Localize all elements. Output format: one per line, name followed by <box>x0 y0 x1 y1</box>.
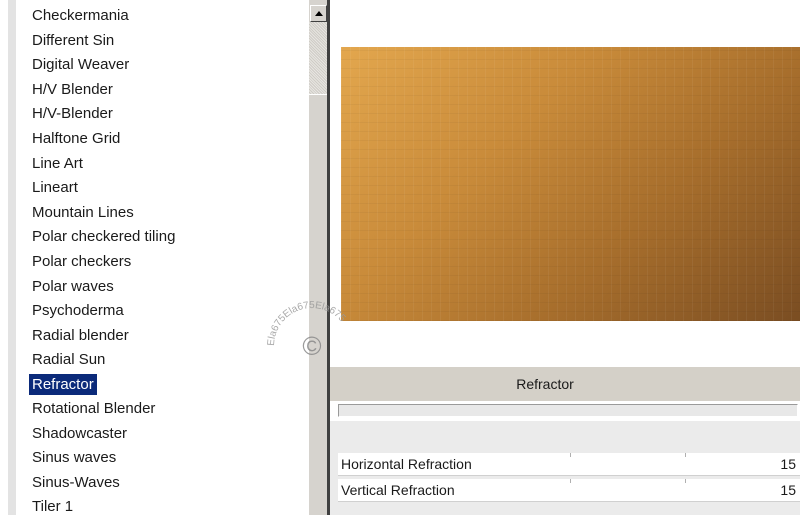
filter-item[interactable]: Digital Weaver <box>29 53 178 78</box>
horizontal-refraction-label: Horizontal Refraction <box>341 456 472 472</box>
filter-item[interactable]: Lineart <box>29 176 178 201</box>
filter-item[interactable]: H/V Blender <box>29 78 178 103</box>
filter-item-selected[interactable]: Refractor <box>29 373 97 395</box>
filter-item[interactable]: Polar waves <box>29 275 178 300</box>
filter-item[interactable]: Sinus waves <box>29 446 178 471</box>
filter-item[interactable]: Sinus-Waves <box>29 471 178 496</box>
filter-item[interactable]: Polar checkered tiling <box>29 225 178 250</box>
vertical-refraction-label: Vertical Refraction <box>341 482 455 498</box>
filter-item[interactable]: Rotational Blender <box>29 397 178 422</box>
filter-item[interactable]: Line Art <box>29 152 178 177</box>
vertical-scrollbar[interactable] <box>308 0 328 515</box>
filter-item[interactable]: Radial Sun <box>29 348 178 373</box>
parameter-area: Horizontal Refraction 15 Vertical Refrac… <box>330 421 800 515</box>
slider-tick <box>685 479 686 483</box>
scroll-track[interactable] <box>309 22 328 94</box>
scroll-thumb[interactable] <box>309 94 328 515</box>
filter-item[interactable]: Checkermania <box>29 4 178 29</box>
filter-list: Checkermania Different Sin Digital Weaver H… <box>29 4 178 520</box>
slider-tick <box>685 453 686 457</box>
filter-item[interactable]: Different Sin <box>29 29 178 54</box>
slider-tick <box>570 479 571 483</box>
preview-image <box>341 47 800 321</box>
filter-item[interactable]: Halftone Grid <box>29 127 178 152</box>
vertical-refraction-value: 15 <box>780 482 796 498</box>
filter-item[interactable]: Polar checkers <box>29 250 178 275</box>
scroll-up-arrow-icon <box>315 11 323 16</box>
horizontal-refraction-slider[interactable]: Horizontal Refraction 15 <box>338 453 800 476</box>
filter-settings-panel: Refractor Horizontal Refraction 15 Verti… <box>330 0 800 515</box>
scroll-up-button[interactable] <box>310 5 327 22</box>
filter-title-bar: Refractor <box>330 367 800 401</box>
filter-item[interactable]: H/V-Blender <box>29 102 178 127</box>
list-edge <box>8 0 16 515</box>
horizontal-refraction-value: 15 <box>780 456 796 472</box>
progress-bar <box>338 404 798 417</box>
vertical-refraction-slider[interactable]: Vertical Refraction 15 <box>338 479 800 502</box>
filter-list-panel: Checkermania Different Sin Digital Weaver H… <box>0 0 308 515</box>
filter-item[interactable]: Mountain Lines <box>29 201 178 226</box>
filter-item[interactable]: Radial blender <box>29 324 178 349</box>
filter-item[interactable]: Shadowcaster <box>29 422 178 447</box>
filter-item[interactable]: Tiler 1 <box>29 495 178 520</box>
filter-item[interactable]: Psychoderma <box>29 299 178 324</box>
slider-tick <box>570 453 571 457</box>
filter-title: Refractor <box>516 376 574 392</box>
